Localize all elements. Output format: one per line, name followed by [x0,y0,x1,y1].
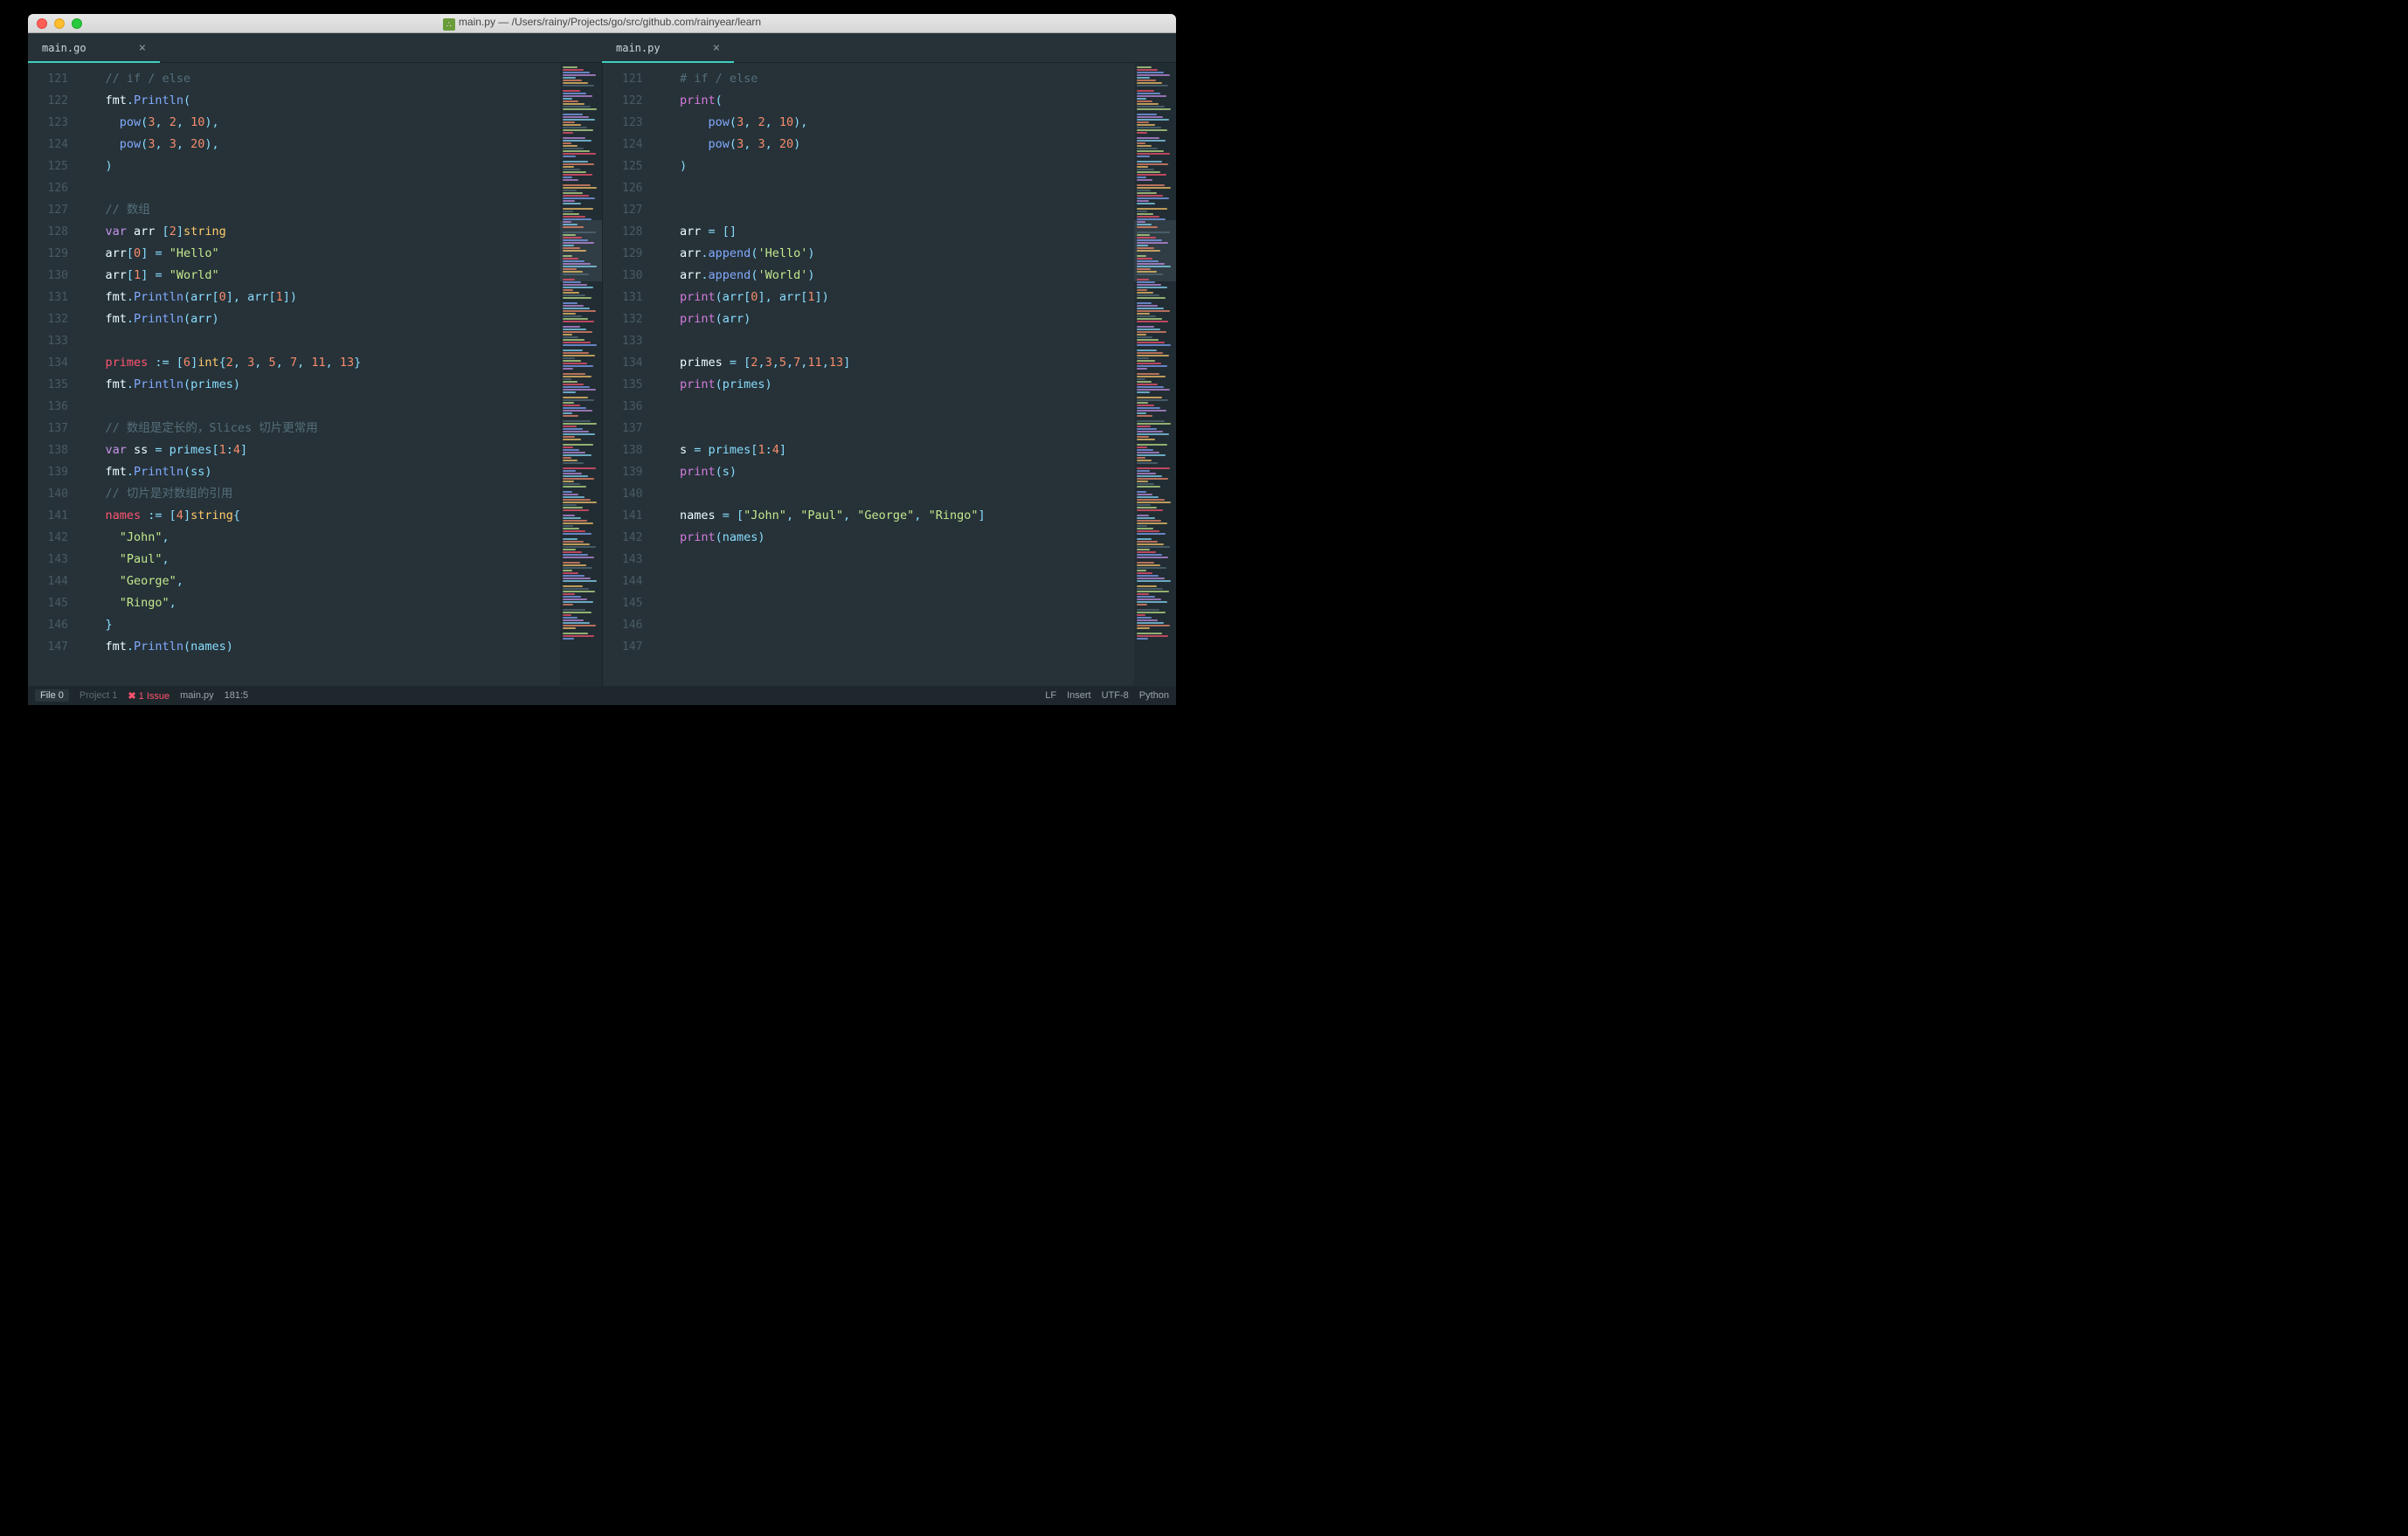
close-tab-icon[interactable]: × [139,41,146,55]
status-bar: File 0 Project 1 ✖ 1 Issue main.py 181:5… [28,686,1176,705]
zoom-window-button[interactable] [72,18,82,29]
close-window-button[interactable] [37,18,47,29]
editor-window: ∴main.py — /Users/rainy/Projects/go/src/… [28,14,1176,705]
file-icon: ∴ [443,18,455,31]
status-filename[interactable]: main.py [180,690,214,701]
status-language[interactable]: Python [1139,690,1169,701]
left-pane: 121 122 123 124 125 126 127 128 129 130 … [28,63,602,686]
status-encoding[interactable]: UTF-8 [1102,690,1129,701]
status-file[interactable]: File 0 [35,689,69,702]
tab-label: main.py [616,42,661,54]
right-tab-group: main.py × [602,33,1176,63]
tab-label: main.go [42,42,86,54]
close-tab-icon[interactable]: × [713,41,720,55]
tab-main-go[interactable]: main.go × [28,33,160,62]
left-tab-group: main.go × [28,33,602,63]
tab-bar: main.go × main.py × [28,33,1176,63]
minimize-window-button[interactable] [54,18,65,29]
line-gutter[interactable]: 121 122 123 124 125 126 127 128 129 130 … [28,63,77,686]
tab-main-py[interactable]: main.py × [602,33,734,62]
editor-panes: 121 122 123 124 125 126 127 128 129 130 … [28,63,1176,686]
status-project[interactable]: Project 1 [80,690,117,701]
titlebar[interactable]: ∴main.py — /Users/rainy/Projects/go/src/… [28,14,1176,33]
right-pane: 121 122 123 124 125 126 127 128 129 130 … [602,63,1177,686]
status-mode[interactable]: Insert [1067,690,1091,701]
window-title: ∴main.py — /Users/rainy/Projects/go/src/… [28,16,1176,31]
code-area-py[interactable]: # if / else print( pow(3, 2, 10), pow(3,… [652,63,1135,686]
status-issues[interactable]: ✖ 1 Issue [128,690,170,702]
status-eol[interactable]: LF [1045,690,1056,701]
status-cursor[interactable]: 181:5 [225,690,249,701]
error-icon: ✖ [128,691,135,702]
code-area-go[interactable]: // if / else fmt.Println( pow(3, 2, 10),… [77,63,560,686]
line-gutter[interactable]: 121 122 123 124 125 126 127 128 129 130 … [603,63,652,686]
minimap[interactable] [1134,63,1176,686]
minimap[interactable] [560,63,602,686]
